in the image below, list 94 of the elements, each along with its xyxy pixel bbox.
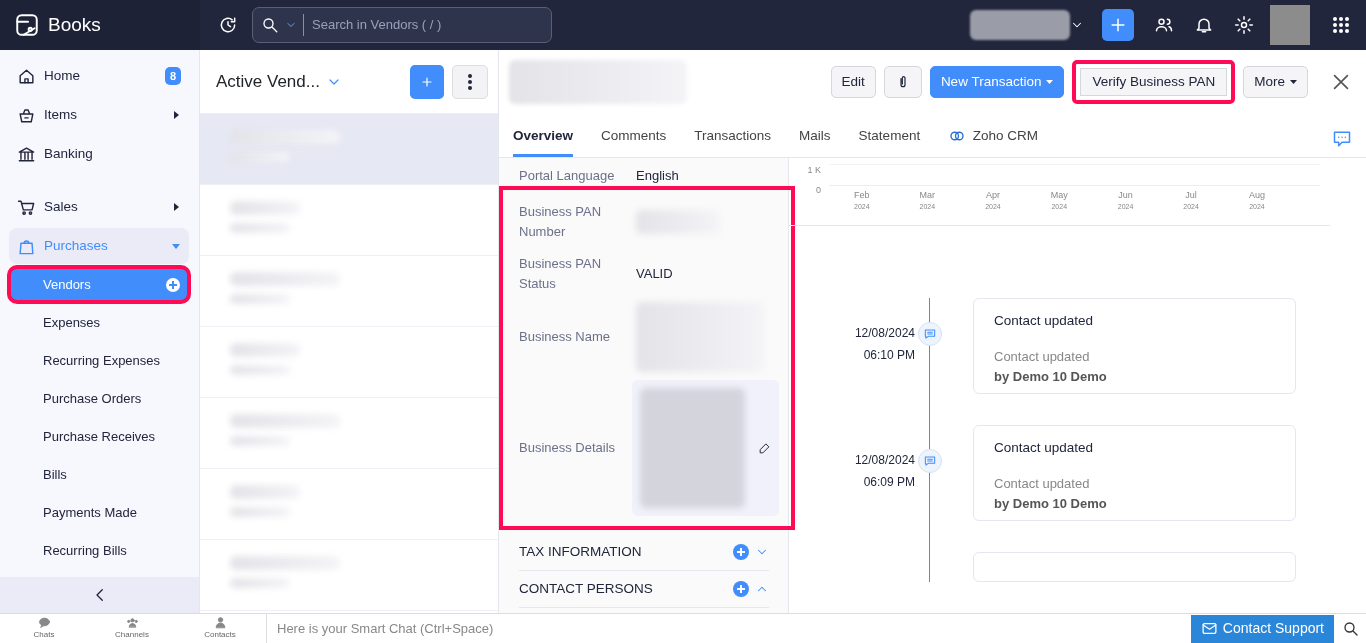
axis-label: Feb bbox=[854, 190, 870, 201]
sidebar-label: Bills bbox=[43, 465, 67, 484]
sidebar-label: Vendors bbox=[43, 275, 91, 294]
speech-bubble-icon bbox=[37, 616, 51, 629]
attach-button[interactable] bbox=[883, 66, 922, 98]
plus-circle-icon[interactable] bbox=[733, 581, 749, 597]
count-badge: 8 bbox=[164, 66, 181, 86]
books-logo-icon bbox=[14, 12, 40, 38]
envelope-icon bbox=[1200, 620, 1218, 637]
sidebar-item[interactable]: Sales bbox=[9, 189, 189, 225]
search-bar[interactable]: Search in Vendors ( / ) bbox=[252, 7, 552, 43]
tab[interactable]: Mails bbox=[799, 125, 831, 157]
sidebar-label: Recurring Bills bbox=[43, 541, 127, 560]
tab[interactable]: Comments bbox=[601, 125, 667, 157]
person-icon bbox=[213, 616, 227, 629]
sidebar-subitem[interactable]: Recurring Bills bbox=[9, 533, 189, 568]
field-label: Business PAN Status bbox=[519, 255, 603, 293]
sidebar-label: Payments Made bbox=[43, 503, 137, 522]
search-field[interactable]: Search in Vendors ( / ) bbox=[303, 14, 543, 36]
sidebar-label: Home bbox=[44, 66, 80, 85]
axis-label: May bbox=[1050, 190, 1068, 201]
app-name: Books bbox=[48, 12, 101, 37]
activity-title: Contact updated bbox=[994, 312, 1095, 330]
sidebar-label: Recurring Expenses bbox=[43, 351, 161, 370]
sidebar-item[interactable]: Home 8 bbox=[9, 58, 189, 94]
bank-icon bbox=[17, 144, 36, 164]
activity-date: 12/08/2024 bbox=[853, 452, 915, 469]
field-label: Business PAN Number bbox=[519, 203, 603, 241]
action-button[interactable]: Edit bbox=[830, 66, 876, 98]
sidebar-label: Expenses bbox=[43, 313, 101, 332]
add-vendor-button[interactable] bbox=[410, 64, 444, 99]
field-label: Business Details bbox=[519, 439, 617, 457]
sidebar-subitem[interactable]: Recurring Expenses bbox=[9, 343, 189, 378]
chat-bubble-icon bbox=[923, 454, 937, 468]
sidebar-label: Purchase Orders bbox=[43, 389, 142, 408]
sidebar-subitem[interactable]: Purchase Receives bbox=[9, 419, 189, 454]
settings-icon[interactable] bbox=[1234, 15, 1254, 35]
activity-date: 12/08/2024 bbox=[853, 325, 915, 342]
sidebar-subitem[interactable]: Bills bbox=[9, 457, 189, 492]
field-value: English bbox=[636, 167, 679, 185]
footer-tab[interactable]: Channels bbox=[88, 616, 176, 641]
activity-title: Contact updated bbox=[994, 439, 1095, 457]
footer-tab[interactable]: Contacts bbox=[176, 616, 264, 641]
sidebar-subitem[interactable]: Payments Made bbox=[9, 495, 189, 530]
add-button[interactable] bbox=[1102, 9, 1134, 41]
sidebar-label: Purchase Receives bbox=[43, 427, 155, 446]
activity-author: by Demo 10 Demo bbox=[994, 367, 1108, 386]
section-header[interactable]: CONTACT PERSONS bbox=[519, 571, 769, 608]
axis-label: Jun bbox=[1118, 190, 1133, 201]
sidebar-label: Items bbox=[44, 105, 77, 124]
sidebar-label: Banking bbox=[44, 144, 93, 163]
more-options-button[interactable] bbox=[452, 64, 488, 99]
sidebar-label: Purchases bbox=[44, 236, 108, 255]
comment-icon[interactable] bbox=[1332, 129, 1352, 149]
field-label: Portal Language bbox=[519, 167, 616, 185]
footer-tab[interactable]: Chats bbox=[0, 616, 88, 641]
tab[interactable]: Zoho CRM bbox=[948, 125, 1038, 157]
tab[interactable]: Statement bbox=[858, 125, 921, 157]
search-icon bbox=[261, 16, 279, 34]
sidebar-label: Sales bbox=[44, 197, 78, 216]
app-grid-icon[interactable] bbox=[1332, 16, 1350, 34]
activity-author: by Demo 10 Demo bbox=[994, 494, 1108, 513]
sidebar-subitem[interactable]: Purchase Orders bbox=[9, 381, 189, 416]
activity-description: Contact updated bbox=[994, 348, 1091, 367]
kebab-icon bbox=[468, 73, 472, 90]
cart-icon bbox=[17, 197, 36, 217]
axis-label: 0 bbox=[816, 183, 821, 197]
action-button[interactable]: More bbox=[1243, 66, 1308, 98]
search-icon[interactable] bbox=[1342, 619, 1360, 638]
tab[interactable]: Transactions bbox=[694, 125, 772, 157]
sidebar-subitem[interactable]: Expenses bbox=[9, 305, 189, 340]
action-button[interactable]: Verify Business PAN bbox=[1072, 60, 1236, 104]
axis-label: Jul bbox=[1185, 190, 1197, 201]
activity-time: 06:10 PM bbox=[862, 347, 915, 364]
activity-description: Contact updated bbox=[994, 475, 1091, 494]
view-selector[interactable]: Active Vend... bbox=[216, 68, 343, 95]
sidebar-item[interactable]: Items bbox=[9, 97, 189, 133]
chat-bubble-icon bbox=[923, 327, 937, 341]
axis-label: 1 K bbox=[807, 164, 821, 177]
axis-label: Aug bbox=[1248, 190, 1265, 201]
pencil-icon[interactable] bbox=[758, 441, 771, 455]
axis-label: Apr bbox=[985, 190, 1000, 201]
section-header[interactable]: TAX INFORMATION bbox=[519, 534, 769, 571]
field-label: Business Name bbox=[519, 328, 612, 346]
plus-circle-icon[interactable] bbox=[733, 544, 749, 560]
axis-label: Mar bbox=[919, 190, 936, 201]
sidebar-item[interactable]: Banking bbox=[9, 136, 189, 172]
activity-time: 06:09 PM bbox=[862, 474, 915, 491]
users-icon[interactable] bbox=[1154, 15, 1174, 35]
field-value: VALID bbox=[636, 265, 673, 283]
home-icon bbox=[17, 66, 36, 86]
plus-circle-icon[interactable] bbox=[165, 276, 181, 293]
contact-support-button[interactable]: Contact Support bbox=[1190, 614, 1334, 643]
group-icon bbox=[125, 616, 139, 629]
